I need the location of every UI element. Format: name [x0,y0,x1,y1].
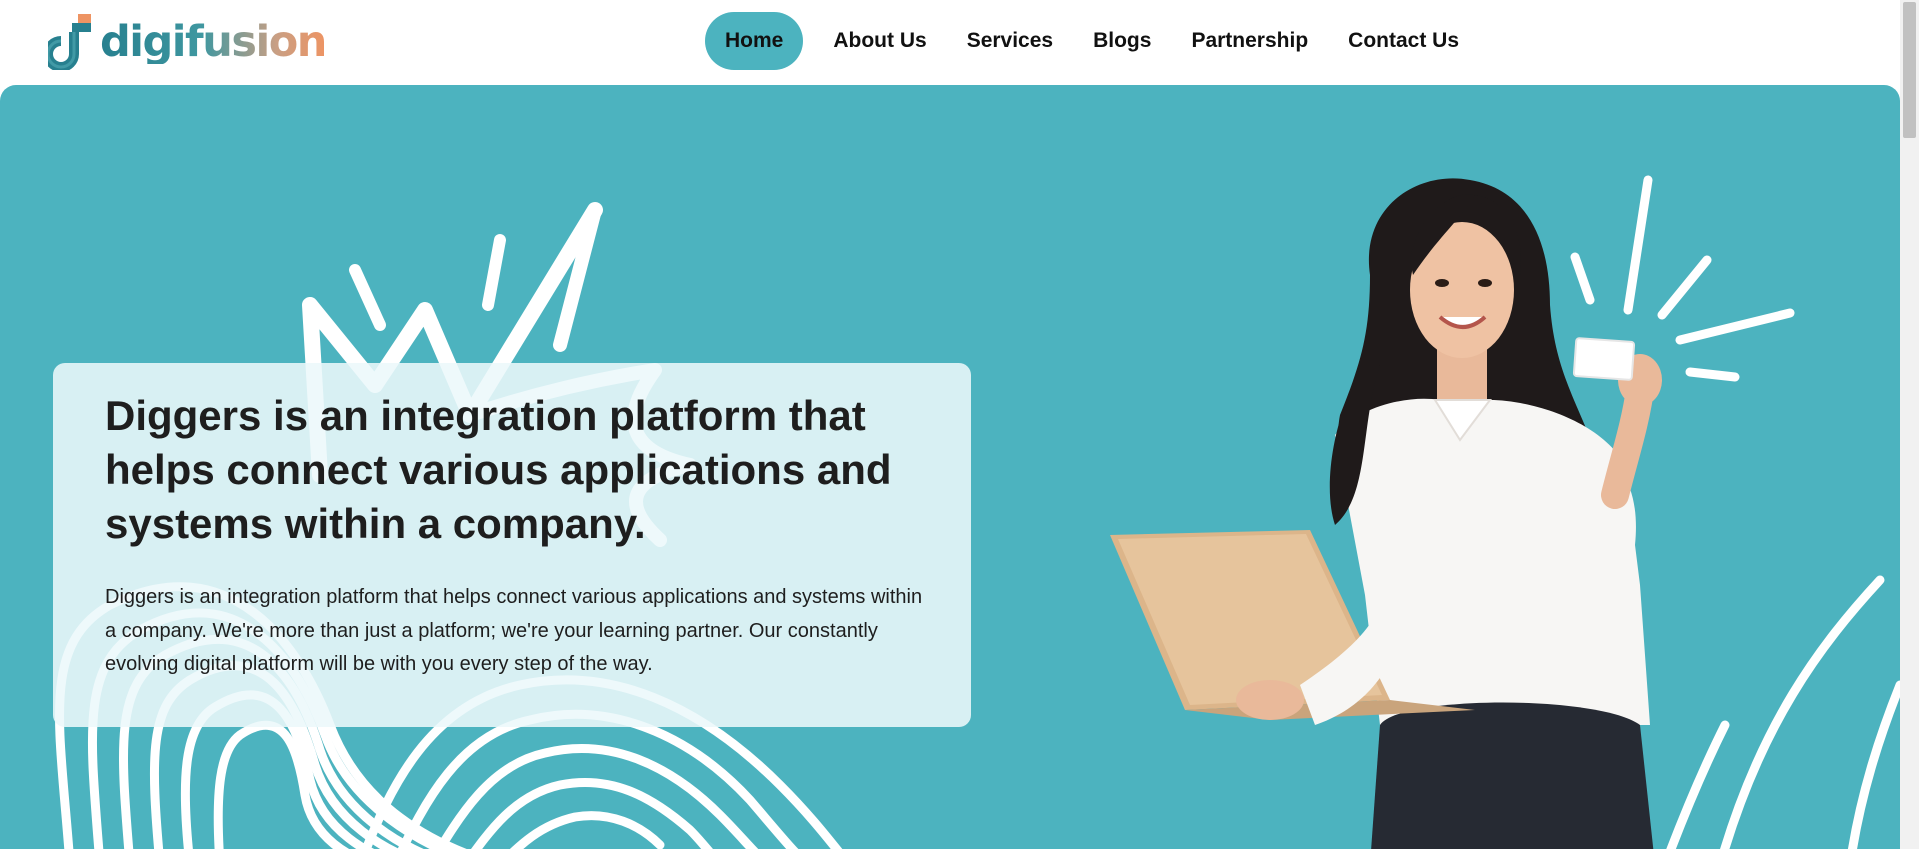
nav-item-services[interactable]: Services [947,12,1073,70]
site-header: digifusion Home About Us Services Blogs … [0,0,1900,86]
nav-item-partnership[interactable]: Partnership [1171,12,1328,70]
main-nav: Home About Us Services Blogs Partnership… [705,12,1479,70]
hero-description: Diggers is an integration platform that … [105,586,923,675]
hero-title: Diggers is an integration platform that … [105,392,892,547]
page: digifusion Home About Us Services Blogs … [0,0,1919,849]
scrollbar-thumb[interactable] [1903,2,1916,138]
brand-logo[interactable]: digifusion [48,14,327,70]
brand-name: digifusion [100,16,327,67]
hero-section: Diggers is an integration platform that … [0,85,1900,849]
nav-item-contact-us[interactable]: Contact Us [1328,12,1479,70]
nav-item-about-us[interactable]: About Us [813,12,946,70]
nav-item-home[interactable]: Home [705,12,804,70]
nav-item-blogs[interactable]: Blogs [1073,12,1171,70]
hero-intro-card: Diggers is an integration platform that … [53,363,971,727]
woman-with-laptop-image [1110,178,1662,849]
digifusion-logo-icon [48,14,91,70]
page-scrollbar[interactable] [1900,0,1919,849]
